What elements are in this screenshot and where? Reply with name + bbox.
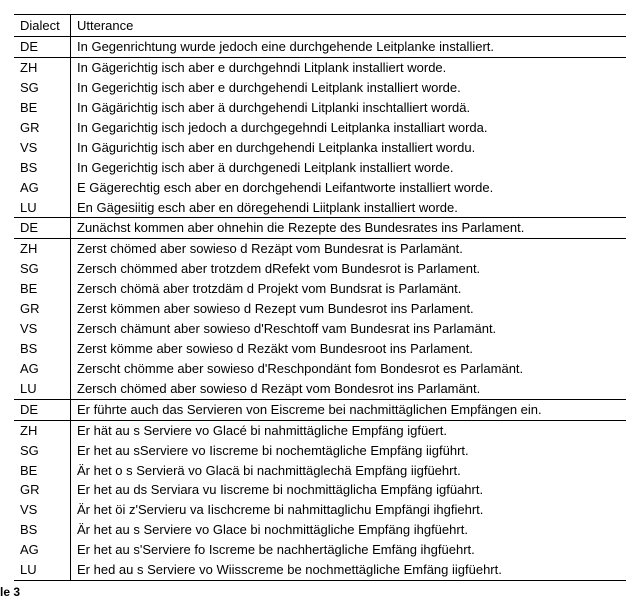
dialect-cell: LU bbox=[14, 379, 71, 399]
utterance-cell: Zerst kömmen aber sowieso d Rezept vum B… bbox=[71, 299, 627, 319]
dialect-cell: LU bbox=[14, 560, 71, 580]
dialect-cell: SG bbox=[14, 78, 71, 98]
dialect-cell: VS bbox=[14, 319, 71, 339]
dialect-cell: BE bbox=[14, 279, 71, 299]
utterance-cell: In Gegarichtig isch jedoch a durchgegehn… bbox=[71, 118, 627, 138]
dialect-cell: VS bbox=[14, 500, 71, 520]
dialect-cell: DE bbox=[14, 37, 71, 58]
utterance-cell: Zersch chömed aber sowieso d Rezäpt vom … bbox=[71, 379, 627, 399]
dialect-cell: BS bbox=[14, 158, 71, 178]
dialect-cell: LU bbox=[14, 197, 71, 217]
dialect-cell: GR bbox=[14, 118, 71, 138]
utterance-cell: In Gägurichtig isch aber en durchgehendi… bbox=[71, 138, 627, 158]
utterance-cell: Zerst chömed aber sowieso d Rezäpt vom B… bbox=[71, 239, 627, 259]
utterance-cell: Zerst kömme aber sowieso d Rezäkt vom Bu… bbox=[71, 339, 627, 359]
dialect-cell: BE bbox=[14, 460, 71, 480]
dialect-cell: BS bbox=[14, 520, 71, 540]
table-caption: le 3 bbox=[0, 581, 640, 599]
utterance-cell: Er het au s'Serviere fo Iscreme be nachh… bbox=[71, 540, 627, 560]
dialect-cell: BS bbox=[14, 339, 71, 359]
utterance-cell: E Gägerechtig esch aber en dorchgehendi … bbox=[71, 177, 627, 197]
table-header-utterance: Utterance bbox=[71, 15, 627, 37]
dialect-utterance-table: Dialect Utterance DEIn Gegenrichtung wur… bbox=[14, 14, 626, 581]
dialect-cell: DE bbox=[14, 218, 71, 239]
utterance-cell: In Gegerichtig isch aber ä durchgenedi L… bbox=[71, 158, 627, 178]
utterance-cell: En Gägesiitig esch aber en döregehendi L… bbox=[71, 197, 627, 217]
dialect-cell: ZH bbox=[14, 57, 71, 77]
utterance-cell: Er hed au s Serviere vo Wiisscreme be no… bbox=[71, 560, 627, 580]
utterance-cell: Zerscht chömme aber sowieso d'Reschpondä… bbox=[71, 359, 627, 379]
utterance-cell: Är het öi z'Servieru va Iischcreme bi na… bbox=[71, 500, 627, 520]
dialect-cell: VS bbox=[14, 138, 71, 158]
dialect-cell: SG bbox=[14, 440, 71, 460]
dialect-cell: SG bbox=[14, 259, 71, 279]
utterance-cell: In Gegerichtig isch aber e durchgehendi … bbox=[71, 78, 627, 98]
dialect-cell: GR bbox=[14, 480, 71, 500]
utterance-cell: Zersch chömmed aber trotzdem dRefekt vom… bbox=[71, 259, 627, 279]
dialect-cell: ZH bbox=[14, 420, 71, 440]
utterance-cell: In Gägerichtig isch aber e durchgehndi L… bbox=[71, 57, 627, 77]
utterance-cell: Är het o s Servierä vo Glacä bi nachmitt… bbox=[71, 460, 627, 480]
utterance-cell: Zersch chömä aber trotzdäm d Projekt vom… bbox=[71, 279, 627, 299]
utterance-cell: Er het au ds Serviara vu Iiscreme bi noc… bbox=[71, 480, 627, 500]
dialect-cell: ZH bbox=[14, 239, 71, 259]
utterance-cell: Er het au sServiere vo Iiscreme bi noche… bbox=[71, 440, 627, 460]
utterance-cell: Er führte auch das Servieren von Eiscrem… bbox=[71, 399, 627, 420]
utterance-cell: Zunächst kommen aber ohnehin die Rezepte… bbox=[71, 218, 627, 239]
dialect-cell: BE bbox=[14, 98, 71, 118]
dialect-cell: AG bbox=[14, 540, 71, 560]
utterance-cell: Er hät au s Serviere vo Glacé bi nahmitt… bbox=[71, 420, 627, 440]
dialect-cell: AG bbox=[14, 177, 71, 197]
dialect-cell: DE bbox=[14, 399, 71, 420]
utterance-cell: Zersch chämunt aber sowieso d'Reschtoff … bbox=[71, 319, 627, 339]
dialect-cell: AG bbox=[14, 359, 71, 379]
dialect-cell: GR bbox=[14, 299, 71, 319]
utterance-cell: In Gegenrichtung wurde jedoch eine durch… bbox=[71, 37, 627, 58]
table-header-dialect: Dialect bbox=[14, 15, 71, 37]
utterance-cell: In Gägärichtig isch aber ä durchgehendi … bbox=[71, 98, 627, 118]
utterance-cell: Är het au s Serviere vo Glace bi nochmit… bbox=[71, 520, 627, 540]
